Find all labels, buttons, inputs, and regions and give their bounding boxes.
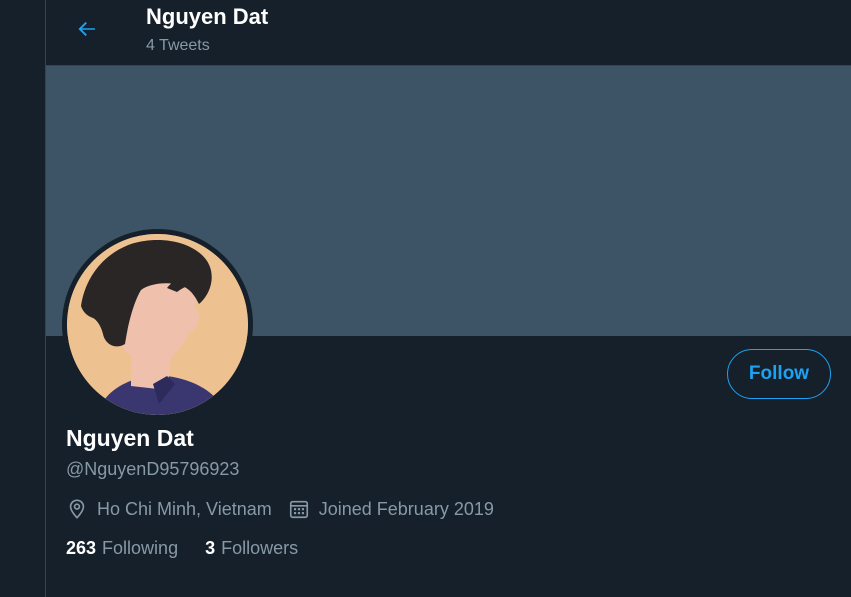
followers-label: Followers [221, 537, 299, 558]
joined-item: Joined February 2019 [288, 498, 494, 520]
joined-text: Joined February 2019 [318, 498, 494, 519]
left-rail [0, 0, 46, 597]
arrow-left-icon [75, 17, 99, 46]
location-text: Ho Chi Minh, Vietnam [97, 498, 272, 519]
profile-name: Nguyen Dat [66, 425, 194, 451]
following-label: Following [102, 537, 179, 558]
followers-link[interactable]: 3 Followers [205, 538, 298, 559]
location-pin-icon [69, 499, 85, 519]
profile-handle: @NguyenD95796923 [66, 459, 240, 479]
profile-meta: Ho Chi Minh, Vietnam Joined February 201… [66, 497, 494, 521]
tweet-count: 4 Tweets [146, 37, 210, 54]
avatar-image [67, 234, 248, 415]
follow-button[interactable]: Follow [727, 349, 831, 399]
profile-header: Nguyen Dat 4 Tweets [46, 0, 851, 66]
calendar-icon [289, 500, 308, 519]
avatar[interactable] [62, 229, 253, 420]
followers-count: 3 [205, 537, 216, 558]
follow-stats: 263 Following 3 Followers [66, 536, 298, 560]
location-item: Ho Chi Minh, Vietnam [66, 498, 272, 520]
profile-column: Nguyen Dat 4 Tweets Follow Nguyen Dat @N… [46, 0, 851, 597]
following-link[interactable]: 263 Following [66, 538, 178, 559]
following-count: 263 [66, 537, 97, 558]
header-title: Nguyen Dat [146, 4, 269, 29]
back-button[interactable] [68, 12, 106, 50]
